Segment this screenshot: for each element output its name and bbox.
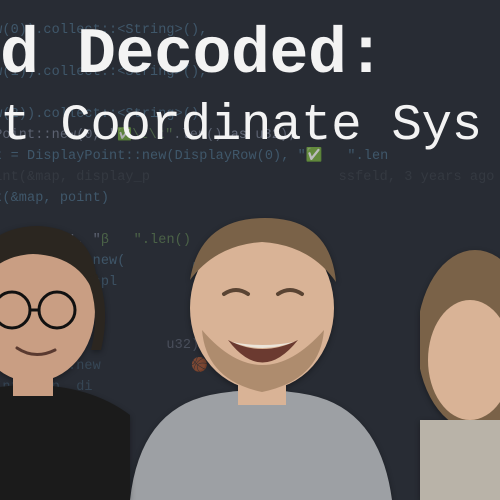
person-right: [420, 220, 500, 500]
person-left: [0, 200, 145, 500]
person-center: [120, 190, 400, 500]
title-line-2: t Coordinate Sys: [0, 98, 500, 155]
title-line-1: d Decoded:: [0, 18, 500, 92]
thumbnail-frame: playRow(0)).collect::<String>(), γ" play…: [0, 0, 500, 500]
code-line: lay_point(&map, display_p ssfeld, 3 year…: [0, 170, 495, 185]
